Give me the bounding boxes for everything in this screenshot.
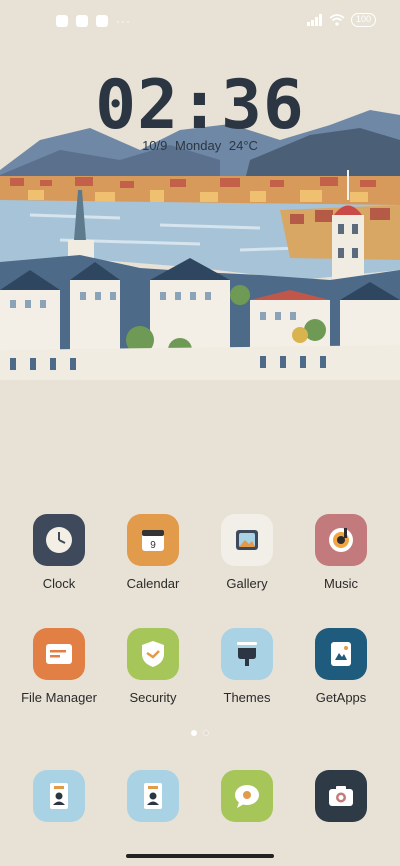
date-weather[interactable]: 10/9 Monday 24°C — [0, 138, 400, 153]
battery-icon: 100 — [350, 13, 376, 27]
app-label: Clock — [42, 576, 76, 591]
clock-icon — [33, 514, 85, 566]
wifi-icon — [329, 14, 345, 26]
app-themes[interactable]: Themes — [197, 628, 297, 705]
app-notification-icon — [56, 15, 68, 27]
page-dot[interactable] — [203, 730, 209, 736]
date: 10/9 — [142, 138, 168, 153]
temperature: 24°C — [228, 138, 258, 153]
contacts-icon — [33, 770, 85, 822]
app-label: File Manager — [21, 690, 97, 705]
app-security[interactable]: Security — [103, 628, 203, 705]
music-icon — [315, 514, 367, 566]
app-gallery[interactable]: Gallery — [197, 514, 297, 591]
svg-text:9: 9 — [150, 540, 156, 551]
signal-icon — [306, 14, 322, 26]
home-indicator[interactable] — [126, 854, 274, 858]
contacts-icon — [127, 770, 179, 822]
app-label: Calendar — [126, 576, 180, 591]
messaging-icon — [221, 770, 273, 822]
app-file-manager[interactable]: File Manager — [9, 628, 109, 705]
weekday: Monday — [175, 138, 222, 153]
clock-time[interactable]: 02:36 — [0, 66, 400, 145]
app-music[interactable]: Music — [291, 514, 391, 591]
gallery-icon — [221, 514, 273, 566]
wallpaper — [0, 0, 400, 400]
dock-app-messaging[interactable] — [197, 770, 297, 822]
app-getapps[interactable]: GetApps — [291, 628, 391, 705]
themes-icon — [221, 628, 273, 680]
security-icon — [127, 628, 179, 680]
more-notifications-icon: ··· — [116, 14, 131, 28]
dock-app-camera[interactable] — [291, 770, 391, 822]
app-label: GetApps — [315, 690, 367, 705]
app-label: Security — [129, 690, 177, 705]
calendar-icon: 9 — [127, 514, 179, 566]
page-indicator[interactable] — [0, 730, 400, 736]
app-label: Music — [324, 576, 358, 591]
dock-app-contacts-2[interactable] — [103, 770, 203, 822]
app-label: Gallery — [226, 576, 268, 591]
getapps-icon — [315, 628, 367, 680]
app-calendar[interactable]: 9 Calendar — [103, 514, 203, 591]
square-icon — [76, 15, 88, 27]
page-dot-active[interactable] — [191, 730, 197, 736]
text-icon — [96, 15, 108, 27]
file-manager-icon — [33, 628, 85, 680]
status-bar: ··· 100 — [0, 0, 400, 44]
camera-icon — [315, 770, 367, 822]
dock-app-contacts[interactable] — [9, 770, 109, 822]
app-label: Themes — [223, 690, 271, 705]
app-clock[interactable]: Clock — [9, 514, 109, 591]
